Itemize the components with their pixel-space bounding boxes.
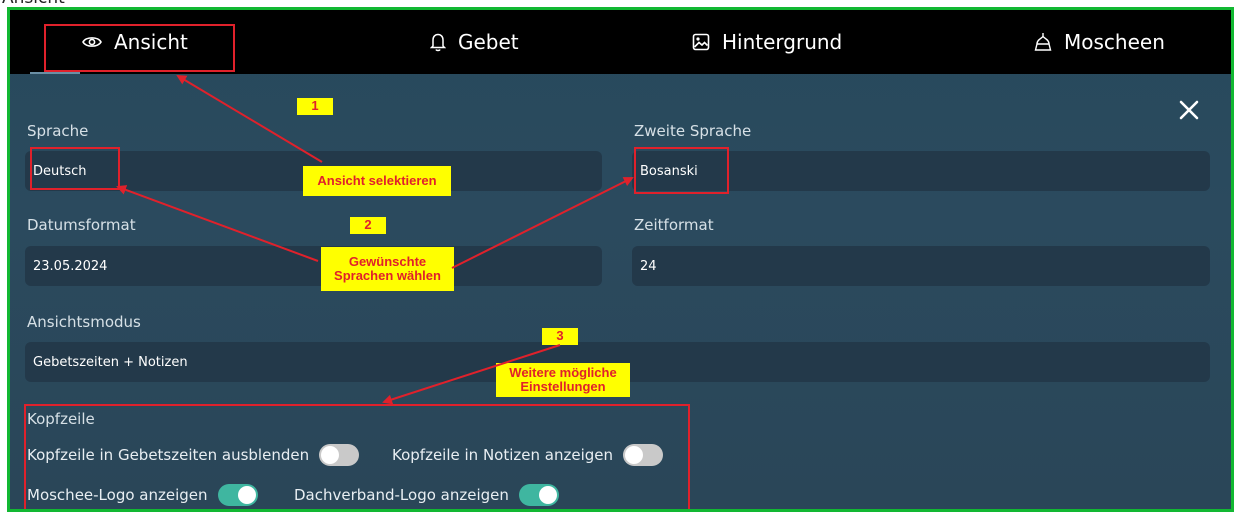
callout-1-text: Ansicht selektieren bbox=[317, 173, 437, 188]
callout-3-line1: Weitere mögliche bbox=[509, 365, 617, 380]
annotation-box-language bbox=[30, 147, 120, 190]
close-button[interactable] bbox=[1177, 98, 1201, 122]
annotation-callout-2: Gewünschte Sprachen wählen bbox=[321, 247, 454, 291]
tab-hintergrund[interactable]: Hintergrund bbox=[692, 10, 842, 74]
view-mode-label: Ansichtsmodus bbox=[27, 313, 141, 331]
app-window: Ansicht Gebet Hintergrund Moscheen Sprac… bbox=[7, 7, 1234, 512]
time-format-label: Zeitformat bbox=[634, 216, 714, 234]
annotation-badge-2: 2 bbox=[350, 217, 386, 234]
image-icon bbox=[692, 33, 710, 51]
annotation-badge-3: 3 bbox=[542, 328, 578, 345]
callout-2-line1: Gewünschte bbox=[348, 254, 427, 269]
tab-moscheen[interactable]: Moscheen bbox=[1034, 10, 1165, 74]
tab-hintergrund-label: Hintergrund bbox=[722, 30, 843, 54]
mosque-icon bbox=[1034, 32, 1052, 52]
bell-icon bbox=[430, 32, 446, 52]
tab-moscheen-label: Moscheen bbox=[1064, 30, 1165, 54]
date-format-label: Datumsformat bbox=[27, 216, 136, 234]
callout-3-line2: Einstellungen bbox=[520, 379, 606, 394]
annotation-box-tab bbox=[44, 24, 235, 72]
close-icon bbox=[1179, 100, 1199, 120]
annotation-box-second-language bbox=[634, 147, 729, 194]
annotation-callout-3: Weitere mögliche Einstellungen bbox=[496, 363, 630, 397]
tab-gebet[interactable]: Gebet bbox=[430, 10, 519, 74]
tab-gebet-label: Gebet bbox=[458, 30, 519, 54]
active-tab-indicator bbox=[30, 72, 80, 74]
callout-2-line2: Sprachen wählen bbox=[334, 268, 441, 283]
view-mode-value: Gebetszeiten + Notizen bbox=[33, 354, 188, 370]
date-format-select[interactable]: 23.05.2024 bbox=[25, 246, 602, 286]
annotation-callout-1: Ansicht selektieren bbox=[303, 166, 451, 196]
second-language-label: Zweite Sprache bbox=[634, 122, 752, 140]
annotation-box-header-section bbox=[24, 404, 690, 509]
language-label: Sprache bbox=[27, 122, 89, 140]
time-format-value: 24 bbox=[640, 258, 657, 274]
date-format-value: 23.05.2024 bbox=[33, 258, 108, 274]
time-format-select[interactable]: 24 bbox=[632, 246, 1210, 286]
annotation-badge-1: 1 bbox=[297, 98, 333, 115]
